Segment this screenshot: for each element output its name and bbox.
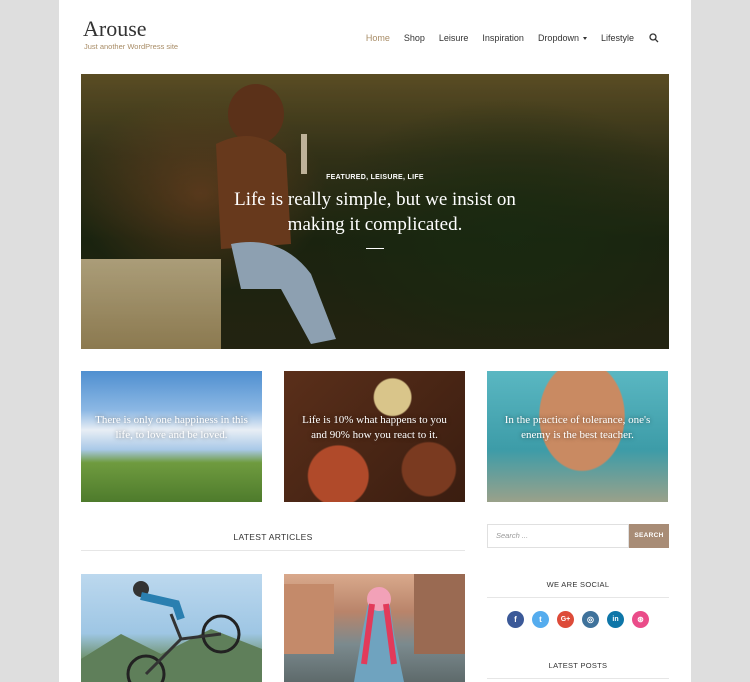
promo-text: In the practice of tolerance, one's enem… [504,414,651,441]
nav-item-shop[interactable]: Shop [404,33,425,43]
dribbble-icon[interactable]: ⊛ [632,611,649,628]
article-thumbnail-bike[interactable] [81,574,262,682]
nav-item-leisure[interactable]: Leisure [439,33,469,43]
promo-text: Life is 10% what happens to you and 90% … [302,414,447,441]
instagram-icon[interactable]: ◎ [582,611,599,628]
site-tagline: Just another WordPress site [84,42,179,51]
hero-quote[interactable]: Life is really simple, but we insist on … [225,187,525,237]
page: Arouse Just another WordPress site Home … [59,0,691,682]
hero-caption: FEATURED, LEISURE, LIFE Life is really s… [81,174,669,249]
section-divider [81,550,465,551]
main-nav: Home Shop Leisure Inspiration Dropdown L… [366,32,691,44]
city-girl-image [284,574,465,682]
promo-box-life[interactable]: Life is 10% what happens to you and 90% … [284,371,465,502]
search-button[interactable]: SEARCH [629,524,669,548]
social-links: f t G+ ◎ in ⊛ [507,611,657,628]
site-title[interactable]: Arouse [83,16,147,42]
facebook-icon[interactable]: f [507,611,524,628]
nav-item-inspiration[interactable]: Inspiration [482,33,524,43]
search-icon[interactable] [648,32,660,44]
latest-articles-title: LATEST ARTICLES [233,532,313,542]
article-thumbnail-city[interactable] [284,574,465,682]
twitter-icon[interactable]: t [532,611,549,628]
nav-item-dropdown-label: Dropdown [537,33,579,43]
widget-divider [487,597,669,598]
promo-box-love[interactable]: There is only one happiness in this life… [81,371,262,502]
nav-item-home[interactable]: Home [366,33,390,43]
nav-item-dropdown[interactable]: Dropdown [538,33,587,43]
promo-box-tolerance[interactable]: In the practice of tolerance, one's enem… [487,371,668,502]
featured-slider[interactable]: FEATURED, LEISURE, LIFE Life is really s… [81,74,669,349]
nav-item-lifestyle[interactable]: Lifestyle [601,33,634,43]
search-input[interactable]: Search ... [487,524,629,548]
google-plus-icon[interactable]: G+ [557,611,574,628]
caret-down-icon [582,37,587,41]
social-widget-title: WE ARE SOCIAL [546,580,610,589]
linkedin-icon[interactable]: in [607,611,624,628]
hero-categories[interactable]: FEATURED, LEISURE, LIFE [81,174,669,181]
promo-text: There is only one happiness in this life… [95,414,248,441]
mountain-bike-image [81,581,262,682]
hero-divider [366,248,384,249]
latest-posts-title: LATEST POSTS [548,661,608,670]
widget-divider [487,678,669,679]
